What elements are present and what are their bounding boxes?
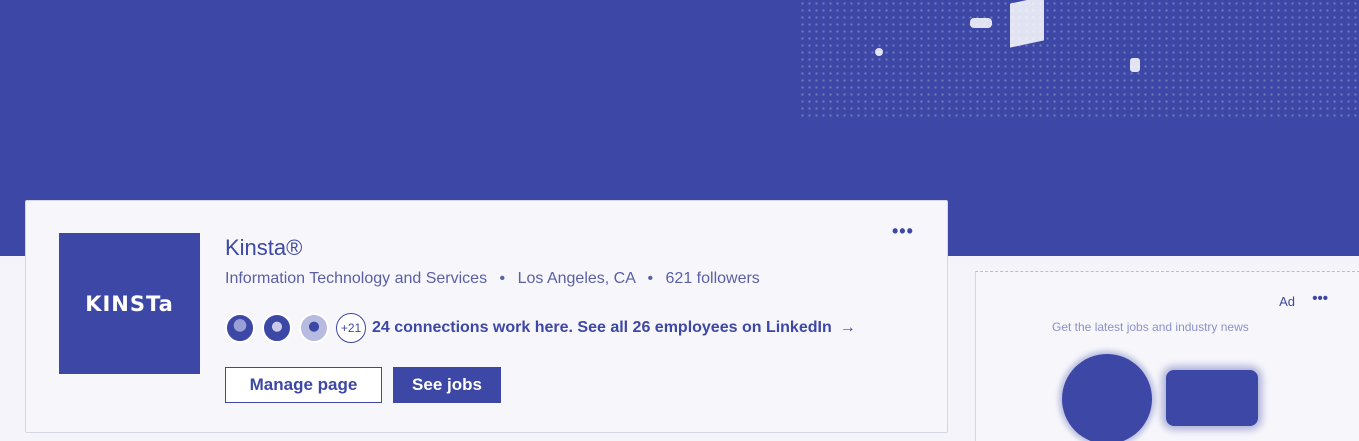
company-name: Kinsta® bbox=[225, 235, 303, 260]
company-page: KINSTa Kinsta® Information Technology an… bbox=[0, 0, 1359, 441]
avatar[interactable] bbox=[299, 313, 329, 343]
cover-figure-shape-2 bbox=[875, 48, 883, 56]
see-jobs-button[interactable]: See jobs bbox=[393, 367, 501, 403]
arrow-right-icon: → bbox=[839, 319, 856, 336]
ad-label: Ad bbox=[1279, 294, 1295, 309]
ad-text: Get the latest jobs and industry news bbox=[1052, 320, 1249, 334]
company-card: KINSTa Kinsta® Information Technology an… bbox=[25, 200, 948, 433]
more-horizontal-icon[interactable]: ••• bbox=[892, 221, 914, 242]
meta-separator: • bbox=[647, 270, 654, 287]
followers-text: 621 followers bbox=[665, 270, 760, 287]
company-meta: Information Technology and Services • Lo… bbox=[225, 270, 760, 288]
ad-more-icon[interactable]: ••• bbox=[1312, 290, 1328, 307]
location-text: Los Angeles, CA bbox=[517, 270, 636, 287]
industry-text: Information Technology and Services bbox=[225, 270, 488, 287]
employees-link-text: 24 connections work here. See all 26 emp… bbox=[372, 319, 832, 336]
employees-link[interactable]: 24 connections work here. See all 26 emp… bbox=[372, 319, 856, 337]
ad-profile-image[interactable] bbox=[1062, 354, 1152, 441]
more-connections-badge[interactable]: +21 bbox=[336, 313, 366, 343]
connections-row[interactable]: +21 24 connections work here. See all 26… bbox=[225, 312, 856, 344]
logo-wordmark: KINSTa bbox=[85, 291, 174, 316]
ad-company-logo[interactable] bbox=[1166, 370, 1258, 426]
cover-pattern bbox=[799, 0, 1359, 120]
cover-figure-shape-3 bbox=[1130, 58, 1140, 72]
cover-sign-shape bbox=[1010, 0, 1044, 48]
manage-page-button[interactable]: Manage page bbox=[225, 367, 382, 403]
meta-separator: • bbox=[499, 270, 506, 287]
cover-figure-shape bbox=[970, 18, 992, 28]
ad-panel: Ad ••• Get the latest jobs and industry … bbox=[975, 271, 1359, 441]
avatar[interactable] bbox=[262, 313, 292, 343]
avatar[interactable] bbox=[225, 313, 255, 343]
company-logo: KINSTa bbox=[59, 233, 200, 374]
